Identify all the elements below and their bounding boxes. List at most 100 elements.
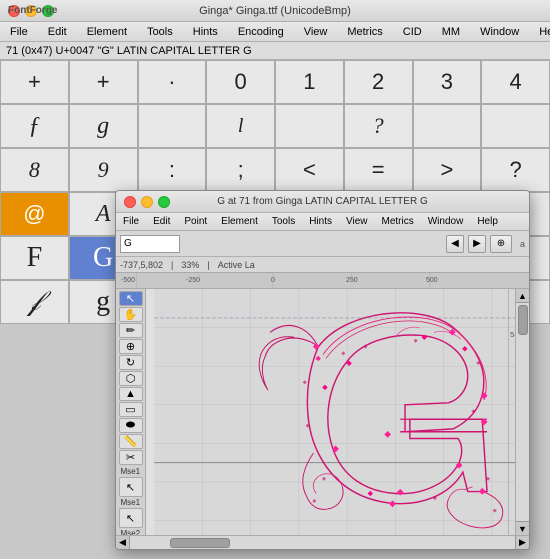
glyph-char: g <box>96 288 110 316</box>
tool-knife[interactable]: ✂ <box>119 450 143 465</box>
glyph-cell[interactable]: ƒ <box>0 104 69 148</box>
scroll-thumb-horizontal[interactable] <box>170 538 230 548</box>
tool-polygon[interactable]: ⬡ <box>119 371 143 386</box>
glyph-char <box>445 121 448 132</box>
glyph-cell-at[interactable]: @ <box>0 192 69 236</box>
glyph-cell[interactable]: = <box>344 148 413 192</box>
glyph-char: F <box>27 244 43 272</box>
editor-traffic-lights[interactable] <box>124 196 170 208</box>
menu-view[interactable]: View <box>300 25 332 39</box>
glyph-cell[interactable]: 3 <box>413 60 482 104</box>
editor-menu-help[interactable]: Help <box>474 215 501 228</box>
glyph-cell[interactable]: · <box>138 60 207 104</box>
mse1-tool1[interactable]: ↖ <box>119 477 143 497</box>
vertical-scrollbar[interactable]: ▲ ▼ <box>515 289 529 535</box>
glyph-cell[interactable]: g <box>69 104 138 148</box>
glyph-cell[interactable]: 𝒻 <box>0 280 69 324</box>
info-separator2: | <box>207 260 209 270</box>
editor-menu-view[interactable]: View <box>343 215 371 228</box>
editor-menu-point[interactable]: Point <box>181 215 210 228</box>
editor-menu-metrics[interactable]: Metrics <box>379 215 417 228</box>
toolbar-btn-next[interactable]: ▶ <box>468 235 486 253</box>
glyph-char: 1 <box>303 71 315 93</box>
glyph-cell[interactable]: 8 <box>0 148 69 192</box>
glyph-cell[interactable]: < <box>275 148 344 192</box>
glyph-cell[interactable] <box>275 104 344 148</box>
editor-menu-tools[interactable]: Tools <box>269 215 298 228</box>
glyph-char: g <box>97 114 109 138</box>
menu-mm[interactable]: MM <box>438 25 464 39</box>
scroll-left-button[interactable]: ◀ <box>116 536 130 550</box>
editor-menu-window[interactable]: Window <box>425 215 467 228</box>
editor-left-toolbar: ↖ ✋ ✏ ⊕ ↻ ⬡ ▲ ▭ ⬬ 📏 ✂ Mse1 ↖ Mse1 ↖ <box>116 289 146 535</box>
tool-ruler[interactable]: 📏 <box>119 434 143 449</box>
glyph-char: G <box>93 244 113 272</box>
menu-element[interactable]: Element <box>83 25 131 39</box>
scroll-right-button[interactable]: ▶ <box>515 536 529 550</box>
glyph-cell[interactable]: ? <box>344 104 413 148</box>
glyph-cell[interactable] <box>138 104 207 148</box>
toolbar-btn-action[interactable]: ⊕ <box>490 235 512 253</box>
glyph-cell[interactable]: F <box>0 236 69 280</box>
glyph-cell[interactable]: ? <box>481 148 550 192</box>
menu-cid[interactable]: CID <box>399 25 426 39</box>
editor-menu-element[interactable]: Element <box>218 215 261 228</box>
glyph-cell[interactable] <box>413 104 482 148</box>
editor-close-button[interactable] <box>124 196 136 208</box>
tool-add-point[interactable]: ⊕ <box>119 339 143 354</box>
glyph-char: = <box>372 159 385 181</box>
menu-hints[interactable]: Hints <box>189 25 222 39</box>
toolbar-btn-prev[interactable]: ◀ <box>446 235 464 253</box>
mse1-label1: Mse1 <box>121 467 141 476</box>
tool-pen[interactable]: ✏ <box>119 323 143 338</box>
editor-menu-hints[interactable]: Hints <box>306 215 335 228</box>
glyph-char: + <box>97 71 110 93</box>
menu-metrics[interactable]: Metrics <box>343 25 386 39</box>
editor-maximize-button[interactable] <box>158 196 170 208</box>
glyph-cell[interactable] <box>481 104 550 148</box>
layer-status: Active La <box>218 260 255 270</box>
scroll-thumb-vertical[interactable] <box>518 305 528 335</box>
glyph-cell[interactable]: : <box>138 148 207 192</box>
glyph-cell[interactable]: > <box>413 148 482 192</box>
glyph-char: @ <box>23 203 45 225</box>
horizontal-scrollbar[interactable]: ◀ ▶ <box>116 535 529 549</box>
glyph-editor-window: G at 71 from Ginga LATIN CAPITAL LETTER … <box>115 190 530 550</box>
tool-rect[interactable]: ▭ <box>119 402 143 417</box>
menu-encoding[interactable]: Encoding <box>234 25 288 39</box>
glyph-cell[interactable]: + <box>69 60 138 104</box>
glyph-cell[interactable]: 4 <box>481 60 550 104</box>
active-layer-label: a <box>520 239 525 249</box>
editor-menu-edit[interactable]: Edit <box>150 215 173 228</box>
glyph-cell[interactable]: ; <box>206 148 275 192</box>
editor-menu-file[interactable]: File <box>120 215 142 228</box>
mse1-tool2[interactable]: ↖ <box>119 508 143 528</box>
glyph-cell[interactable]: + <box>0 60 69 104</box>
tool-hand[interactable]: ✋ <box>119 307 143 322</box>
scroll-up-button[interactable]: ▲ <box>516 289 529 303</box>
editor-minimize-button[interactable] <box>141 196 153 208</box>
glyph-cell[interactable]: 1 <box>275 60 344 104</box>
glyph-cell[interactable]: 0 <box>206 60 275 104</box>
tool-rotate[interactable]: ↻ <box>119 355 143 370</box>
glyph-cell[interactable]: 9 <box>69 148 138 192</box>
menu-help[interactable]: Help <box>535 25 550 39</box>
glyph-char: l <box>238 116 244 136</box>
menu-file[interactable]: File <box>6 25 32 39</box>
scroll-down-button[interactable]: ▼ <box>516 521 529 535</box>
menu-edit[interactable]: Edit <box>44 25 71 39</box>
editor-title-bar: G at 71 from Ginga LATIN CAPITAL LETTER … <box>116 191 529 213</box>
glyph-char: 𝒻 <box>28 288 41 316</box>
tool-select[interactable]: ↖ <box>119 291 143 306</box>
glyph-char: 9 <box>98 159 109 181</box>
tool-triangle[interactable]: ▲ <box>119 387 143 401</box>
editor-canvas[interactable]: 548 ▲ ▼ <box>146 289 529 535</box>
menu-window[interactable]: Window <box>476 25 523 39</box>
glyph-char: A <box>96 202 111 226</box>
glyph-char: 4 <box>510 71 522 93</box>
menu-tools[interactable]: Tools <box>143 25 177 39</box>
glyph-cell[interactable]: l <box>206 104 275 148</box>
tool-ellipse[interactable]: ⬬ <box>119 418 143 433</box>
glyph-cell[interactable]: 2 <box>344 60 413 104</box>
glyph-name-input[interactable] <box>120 235 180 253</box>
